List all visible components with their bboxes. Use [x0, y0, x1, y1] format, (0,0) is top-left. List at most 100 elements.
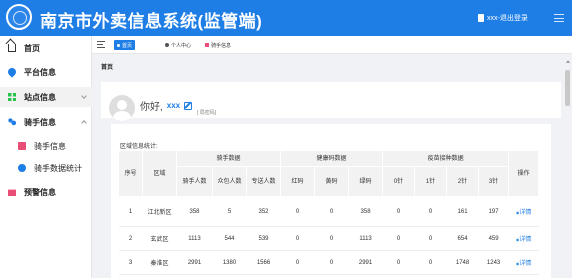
column-header: 2针 [446, 166, 480, 197]
sidebar-subitem-rider-info[interactable]: 骑手信息 [0, 136, 92, 156]
sidebar-item-home[interactable]: 首页 [0, 38, 92, 58]
detail-link[interactable]: 详情 [516, 237, 532, 243]
scrollbar-thumb[interactable] [565, 70, 570, 106]
tab-home[interactable]: 首页 [114, 40, 136, 50]
logout-button[interactable]: xxx-退出登录 [478, 12, 528, 24]
table-cell: 江北新区 [142, 196, 177, 227]
bookmark-icon [205, 43, 209, 47]
column-header: 专送人数 [245, 166, 282, 197]
location-pin-icon [6, 66, 18, 78]
logout-label: xxx-退出登录 [487, 15, 528, 22]
greeting-text: 你好, [140, 102, 163, 113]
table-cell: 0 [314, 250, 349, 275]
avatar [109, 95, 135, 121]
scroll-up-icon[interactable] [566, 60, 570, 63]
tab-rider-info[interactable]: 骑手信息 [202, 40, 234, 50]
sidebar-item-label: 平台信息 [24, 67, 56, 77]
sidebar-subitem-rider-stats[interactable]: 骑手数据统计 [0, 158, 92, 178]
table-cell: 0 [314, 196, 349, 227]
app-title: 南京市外卖信息系统(监管端) [40, 12, 263, 31]
column-header: 区域 [142, 150, 177, 197]
column-header: 操作 [508, 150, 540, 197]
tab-label: 首页 [122, 42, 133, 49]
sidebar-item-rider[interactable]: 骑手信息 [0, 112, 92, 132]
table-cell: 0 [280, 196, 315, 227]
column-header: 序号 [118, 150, 143, 197]
table-cell: 秦淮区 [142, 250, 177, 275]
table-cell: 1113 [348, 226, 383, 251]
column-header: 绿码 [348, 166, 384, 197]
column-header: 0针 [382, 166, 416, 197]
column-header: 黄码 [314, 166, 350, 197]
sidebar-item-label: 骑手信息 [24, 117, 56, 127]
dot-icon [117, 43, 120, 47]
table-cell: 544 [212, 226, 247, 251]
group-header: 骑手数据 [175, 150, 282, 167]
change-password-link[interactable]: [ 局密码] [197, 109, 216, 116]
table-cell: 1 [118, 196, 143, 227]
top-header: 南京市外卖信息系统(监管端) xxx-退出登录 [0, 0, 572, 36]
table-row: 1 江北新区 358 5 352 0 0 358 0 0 161 197 详情 [118, 196, 539, 227]
chevron-down-icon [81, 93, 87, 99]
table-cell: 玄武区 [142, 226, 177, 251]
table-row: 2 玄武区 1113 544 539 0 0 1113 0 0 654 459 … [118, 226, 539, 251]
bookmark-icon [18, 142, 26, 150]
menu-icon[interactable] [554, 14, 564, 22]
table-cell: 3 [118, 250, 143, 275]
edit-icon[interactable] [184, 101, 193, 110]
table-cell: 0 [314, 226, 349, 251]
tab-label: 个人中心 [171, 42, 192, 49]
sidebar-item-label: 骑手数据统计 [34, 163, 82, 173]
sidebar-item-station[interactable]: 站点信息 [0, 87, 92, 107]
tab-personal-center[interactable]: 个人中心 [162, 40, 194, 50]
sidebar-item-label: 首页 [24, 43, 40, 53]
grid-icon [8, 93, 16, 101]
table-cell: 1243 [478, 250, 509, 275]
people-icon [8, 118, 16, 126]
warning-icon [8, 189, 16, 196]
detail-link[interactable]: 详情 [516, 261, 532, 267]
column-header: 骑手人数 [176, 166, 213, 197]
tab-bar: 首页 个人中心 骑手信息 [92, 36, 572, 54]
table-cell: 161 [446, 196, 479, 227]
user-icon [478, 14, 484, 22]
table-cell: 459 [478, 226, 509, 251]
table-cell: 197 [478, 196, 509, 227]
sidebar-item-label: 预警信息 [24, 187, 56, 197]
page-title: 首页 [101, 65, 114, 71]
table-cell: 539 [246, 226, 281, 251]
username: xxx [166, 101, 181, 110]
sidebar-item-label: 骑手信息 [34, 141, 66, 151]
stats-title: 区域信息统计: [120, 144, 158, 150]
detail-link[interactable]: 详情 [516, 210, 532, 216]
sidebar-item-label: 站点信息 [24, 92, 56, 102]
table-cell: 1113 [176, 226, 213, 251]
table-cell: 352 [246, 196, 281, 227]
app-logo [6, 4, 32, 30]
table-cell: 0 [414, 196, 447, 227]
sidebar-item-warning[interactable]: 预警信息 [0, 182, 92, 202]
table-cell: 1380 [212, 250, 247, 275]
sidebar-toggle-icon[interactable] [97, 41, 105, 48]
table-cell: 2991 [348, 250, 383, 275]
table-cell: 0 [280, 250, 315, 275]
user-icon [165, 43, 169, 47]
group-header: 健康码数据 [280, 150, 384, 167]
greeting: 你好, xxx [140, 98, 193, 113]
sidebar-item-platform[interactable]: 平台信息 [0, 62, 92, 82]
column-header: 3针 [478, 166, 510, 197]
column-header: 众包人数 [212, 166, 247, 197]
table-row: 3 秦淮区 2991 1380 1566 0 0 2991 0 0 1748 1… [118, 250, 539, 275]
column-header: 1针 [414, 166, 448, 197]
table-cell: 0 [414, 226, 447, 251]
table-cell: 358 [348, 196, 383, 227]
table-cell: 1748 [446, 250, 479, 275]
table-cell: 0 [382, 226, 415, 251]
table-cell: 0 [382, 250, 415, 275]
table-cell: 0 [414, 250, 447, 275]
table-cell: 2 [118, 226, 143, 251]
sidebar: 首页 平台信息 站点信息 骑手信息 骑手信息 骑手数据统计 预警信息 [0, 36, 92, 278]
table-cell: 1566 [246, 250, 281, 275]
group-header: 疫苗接种数据 [382, 150, 510, 167]
pin-icon [18, 164, 26, 172]
